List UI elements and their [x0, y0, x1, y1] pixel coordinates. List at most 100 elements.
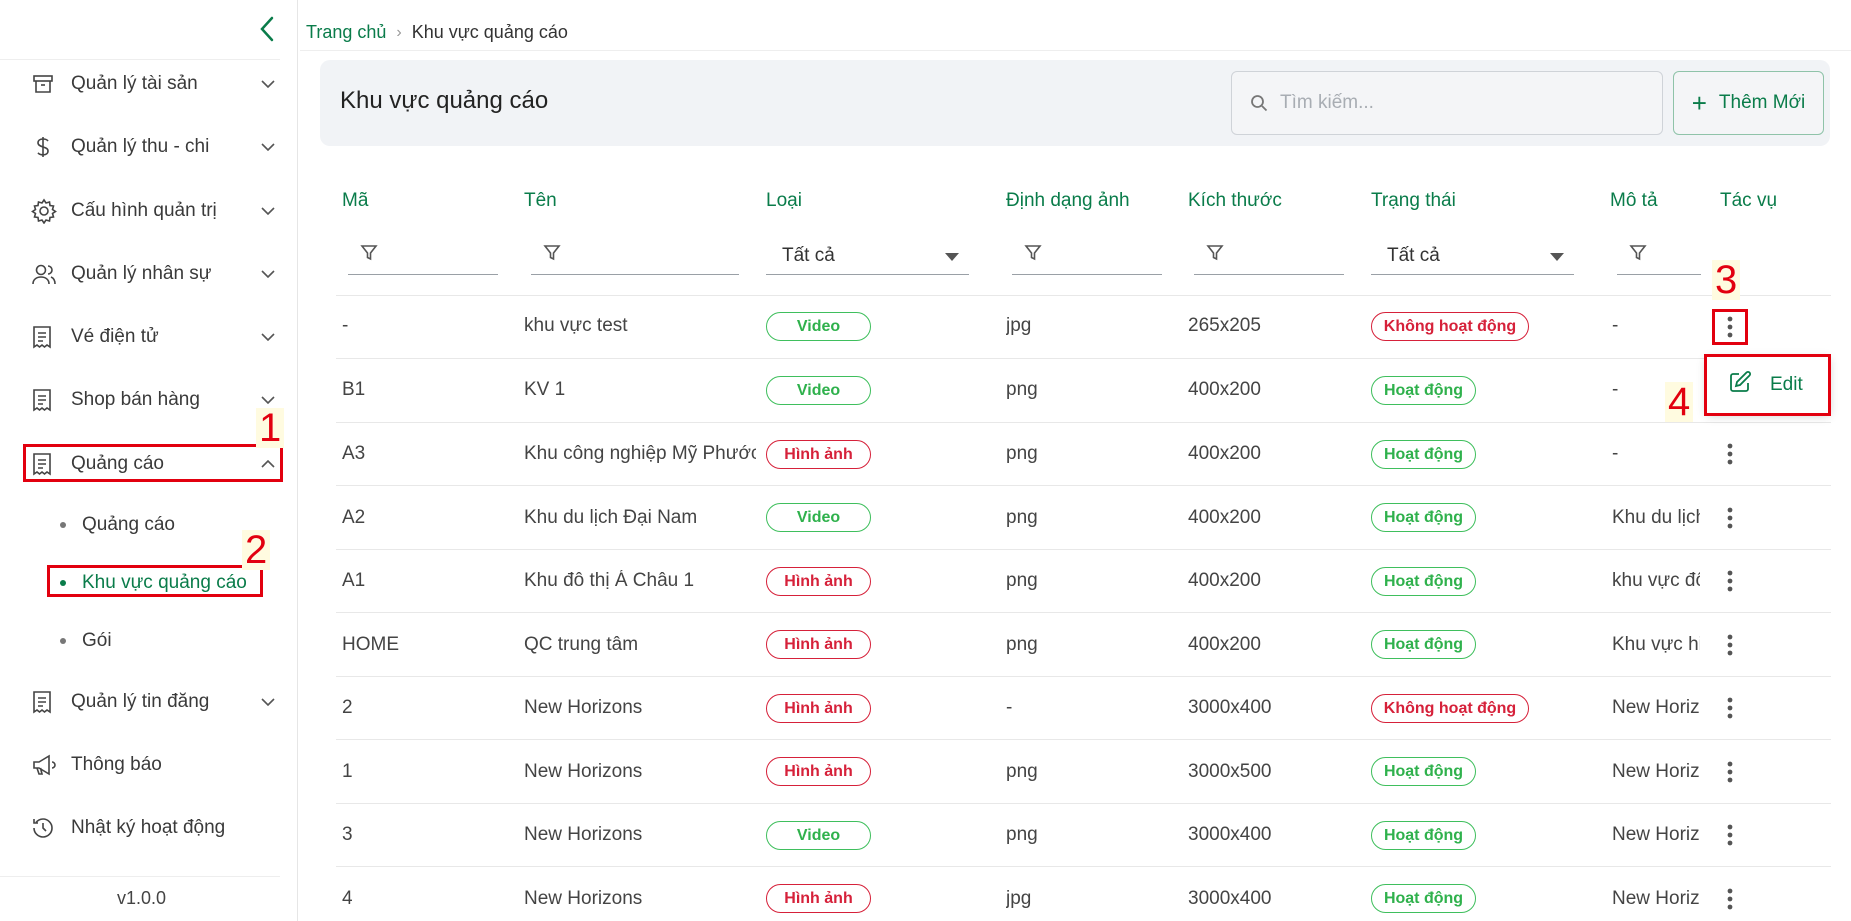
add-new-button[interactable]: + Thêm Mới	[1673, 71, 1824, 135]
filter-name[interactable]	[531, 237, 739, 275]
sidebar-item-activity-log[interactable]: Nhật ký hoạt động	[23, 806, 283, 850]
filter-description[interactable]	[1617, 237, 1701, 275]
row-divider	[336, 803, 1831, 804]
sidebar-subitem-ads[interactable]: Quảng cáo	[60, 507, 175, 543]
filter-type-select[interactable]: Tất cả	[766, 237, 969, 275]
receipt-icon	[23, 325, 71, 349]
column-header-description[interactable]: Mô tả	[1610, 190, 1658, 212]
filter-icon	[1629, 244, 1647, 267]
row-actions-button[interactable]	[1715, 437, 1745, 471]
filter-status-select[interactable]: Tất cả	[1371, 237, 1574, 275]
filter-code[interactable]	[348, 237, 498, 275]
history-icon	[23, 816, 71, 840]
cell-description: Khu vực hi	[1612, 634, 1700, 655]
page-header: Khu vực quảng cáo + Thêm Mới	[320, 60, 1830, 146]
bullet-dot	[60, 580, 66, 586]
sidebar-item-listings[interactable]: Quản lý tin đăng	[23, 680, 283, 724]
sidebar-item-label: Quản lý tin đăng	[71, 691, 210, 712]
column-header-image-format[interactable]: Định dạng ảnh	[1006, 190, 1130, 212]
status-badge: Hoạt động	[1371, 757, 1476, 786]
cell-description: -	[1612, 315, 1619, 336]
sidebar-item-finance[interactable]: Quản lý thu - chi	[23, 125, 283, 169]
more-vertical-icon	[1727, 824, 1733, 846]
row-actions-button[interactable]	[1715, 501, 1745, 535]
sidebar-item-e-ticket[interactable]: Vé điện tử	[23, 315, 283, 359]
column-header-size[interactable]: Kích thước	[1188, 190, 1282, 212]
type-badge: Hình ảnh	[766, 567, 871, 596]
row-actions-button[interactable]	[1715, 755, 1745, 789]
column-header-code[interactable]: Mã	[342, 190, 368, 212]
sidebar-item-notifications[interactable]: Thông báo	[23, 743, 283, 787]
sidebar-item-hr[interactable]: Quản lý nhân sự	[23, 252, 283, 296]
sidebar-item-label: Quản lý nhân sự	[71, 263, 212, 284]
divider	[0, 59, 280, 60]
more-vertical-icon	[1727, 634, 1733, 656]
column-header-status[interactable]: Trạng thái	[1371, 190, 1456, 212]
filter-image-format[interactable]	[1012, 237, 1162, 275]
edit-icon	[1728, 370, 1752, 400]
filter-size[interactable]	[1194, 237, 1344, 275]
cell-size: 3000x400	[1188, 697, 1272, 718]
cell-code: A3	[342, 443, 366, 464]
sidebar-item-label: Thông báo	[71, 754, 162, 775]
column-header-name[interactable]: Tên	[524, 190, 557, 212]
sidebar-item-label: Quản lý tài sản	[71, 73, 198, 94]
cell-name: Khu du lịch Đại Nam	[524, 507, 698, 528]
row-actions-button[interactable]	[1715, 310, 1745, 344]
cell-size: 3000x500	[1188, 761, 1272, 782]
app-version: v1.0.0	[116, 888, 167, 908]
row-actions-button[interactable]	[1715, 628, 1745, 662]
sidebar-item-label: Cấu hình quản trị	[71, 200, 217, 221]
cell-format: png	[1006, 824, 1038, 845]
cell-size: 400x200	[1188, 443, 1261, 464]
row-actions-button[interactable]	[1715, 882, 1745, 916]
cell-name: New Horizons	[524, 888, 643, 909]
sidebar-item-shop[interactable]: Shop bán hàng	[23, 378, 283, 422]
breadcrumb-home[interactable]: Trang chủ	[306, 22, 386, 43]
sidebar-item-assets[interactable]: Quản lý tài sản	[23, 62, 283, 106]
dollar-icon	[23, 135, 71, 159]
search-box[interactable]	[1231, 71, 1663, 135]
cell-format: png	[1006, 379, 1038, 400]
cell-description: Khu du lịch	[1612, 507, 1700, 528]
collapse-sidebar-button[interactable]	[252, 12, 282, 46]
archive-icon	[23, 72, 71, 96]
sidebar-item-admin-config[interactable]: Cấu hình quản trị	[23, 189, 283, 233]
sidebar-item-advertising[interactable]: Quảng cáo	[23, 442, 283, 486]
sidebar-subitem-packages[interactable]: Gói	[60, 623, 112, 659]
sidebar-subitem-ad-areas[interactable]: Khu vực quảng cáo	[60, 565, 247, 601]
cell-name: Khu đô thị Á Châu 1	[524, 570, 695, 591]
sidebar-item-label: Shop bán hàng	[71, 389, 200, 410]
row-actions-button[interactable]	[1715, 818, 1745, 852]
row-divider	[336, 739, 1831, 740]
row-actions-button[interactable]	[1715, 564, 1745, 598]
cell-format: png	[1006, 507, 1038, 528]
cell-name: New Horizons	[524, 697, 643, 718]
annotation-number: 3	[1712, 260, 1741, 300]
cell-description: khu vực đô	[1612, 570, 1700, 591]
row-actions-button[interactable]	[1715, 691, 1745, 725]
search-input[interactable]	[1280, 92, 1640, 114]
cell-code: HOME	[342, 634, 399, 655]
cell-size: 3000x400	[1188, 824, 1272, 845]
cell-code: -	[342, 315, 349, 336]
status-badge: Hoạt động	[1371, 884, 1476, 913]
column-header-type[interactable]: Loại	[766, 190, 802, 212]
cell-format: png	[1006, 761, 1038, 782]
cell-description: New Horiz	[1612, 888, 1700, 909]
caret-down-icon	[945, 245, 959, 267]
receipt-icon	[23, 690, 71, 714]
chevron-down-icon	[253, 396, 283, 404]
cell-code: B1	[342, 379, 366, 400]
sidebar-item-label: Quản lý thu - chi	[71, 136, 210, 157]
cell-code: 1	[342, 761, 353, 782]
row-divider	[336, 549, 1831, 550]
cell-code: 4	[342, 888, 353, 909]
filter-icon	[360, 244, 378, 267]
type-badge: Hình ảnh	[766, 884, 871, 913]
cell-format: -	[1006, 697, 1013, 718]
page-title: Khu vực quảng cáo	[340, 87, 549, 114]
edit-menu-item[interactable]: Edit	[1770, 374, 1803, 396]
filter-select-value: Tất cả	[1387, 244, 1440, 266]
status-badge: Hoạt động	[1371, 567, 1476, 596]
